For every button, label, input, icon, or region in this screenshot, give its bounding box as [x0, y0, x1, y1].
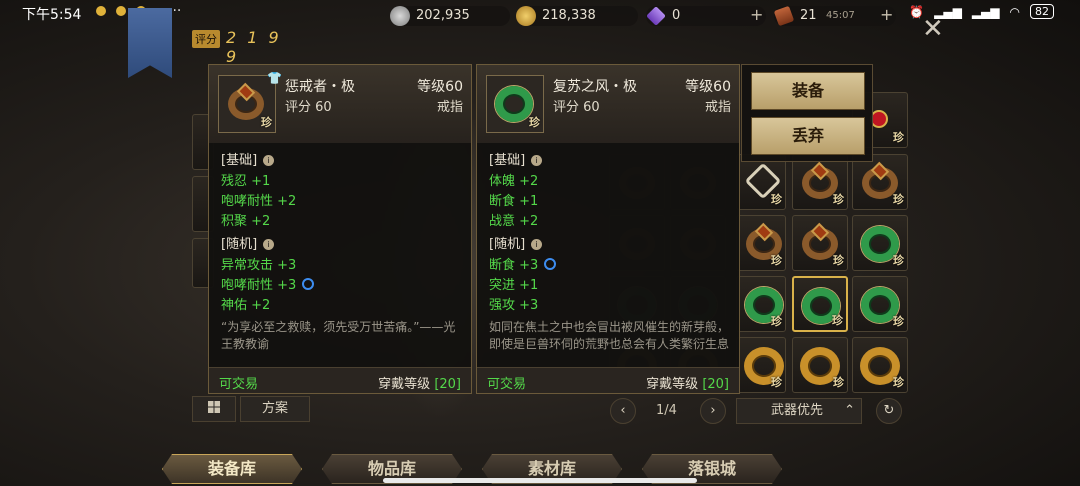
inventory-slot[interactable]: 珍 [792, 215, 848, 271]
selected-item-tooltip: 珍 复苏之风・极 等级60 评分 60 戒指 [基础] i 体魄 +2 断食 +1… [476, 64, 740, 394]
timer-text: 45:07 [826, 10, 855, 21]
item-score: 评分 60 [553, 100, 600, 115]
inventory-slot[interactable]: 珍 [736, 215, 786, 271]
inventory-slot[interactable]: 珍 [736, 276, 786, 332]
gem-currency: 0 [646, 6, 766, 26]
grid-icon [208, 401, 220, 413]
inventory-slot[interactable]: 珍 [852, 276, 908, 332]
grid-view-button[interactable] [192, 396, 236, 422]
equip-button[interactable]: 装备 [751, 72, 865, 110]
ticket-icon [773, 5, 795, 27]
chevron-left-icon: ‹ [620, 403, 626, 418]
page-indicator: 1/4 [656, 403, 677, 418]
notification-icon [116, 6, 126, 16]
item-name: 复苏之风・极 [553, 79, 637, 95]
home-indicator[interactable] [383, 478, 697, 483]
ticket-currency: 21 45:07 [773, 5, 896, 27]
random-stat: 断食 +3 [489, 254, 557, 273]
random-stat: 咆哮耐性 +3 [221, 274, 315, 293]
next-page-button[interactable]: › [700, 398, 726, 424]
wear-level: 穿戴等级 [20] [378, 377, 461, 392]
base-stat: 断食 +1 [489, 194, 539, 209]
flavor-text: “为享必至之救赎，须先受万世苦痛。”——光王教教谕 [221, 320, 456, 351]
scheme-button[interactable]: 方案 [240, 396, 310, 422]
gold-currency: 218,338 [516, 6, 638, 26]
reroll-icon[interactable] [302, 278, 315, 290]
reroll-icon[interactable] [544, 258, 557, 270]
clock: 下午5:54 [22, 7, 82, 23]
random-stat: 异常攻击 +3 [221, 258, 297, 273]
gold-coin-icon [516, 6, 536, 26]
inventory-slot[interactable]: 珍 [792, 337, 848, 393]
random-stat: 强攻 +3 [489, 298, 539, 313]
tradeable-label: 可交易 [219, 377, 259, 392]
base-stat: 残忍 +1 [221, 174, 271, 189]
item-score: 评分 60 [285, 100, 332, 115]
random-section-title: [随机] i [489, 233, 543, 252]
silver-currency: 202,935 [390, 6, 510, 26]
equipped-item-tooltip: 珍 👕 惩戒者・极 等级60 评分 60 戒指 [基础] i 残忍 +1 咆哮耐性… [208, 64, 472, 394]
chevron-up-icon: ⌃ [844, 403, 855, 418]
item-name: 惩戒者・极 [285, 79, 355, 95]
signal-icon: ▂▄▆ [971, 4, 1000, 19]
discard-button[interactable]: 丢弃 [751, 117, 865, 155]
tab-equipment[interactable]: 装备库 [162, 454, 302, 484]
base-stat: 咆哮耐性 +2 [221, 194, 297, 209]
sort-dropdown[interactable]: 武器优先 ⌃ [736, 398, 862, 424]
random-stat: 突进 +1 [489, 278, 539, 293]
base-stat: 积聚 +2 [221, 214, 271, 229]
silver-coin-icon [390, 6, 410, 26]
flavor-text: 如同在焦土之中也会冒出被风催生的新芽般，即使是巨兽环伺的荒野也总会有人类繁衍生息 [489, 320, 730, 351]
inventory-slot[interactable]: 珍 [852, 154, 908, 210]
score-label: 评分 [192, 30, 220, 48]
item-level: 等级60 [685, 79, 731, 95]
base-section-title: [基础] i [489, 149, 543, 168]
purple-gem-icon [646, 6, 666, 26]
wifi-icon: ◠ [1009, 4, 1020, 19]
close-icon[interactable]: ✕ [922, 16, 944, 42]
info-icon[interactable]: i [531, 155, 543, 166]
tradeable-label: 可交易 [487, 377, 527, 392]
info-icon[interactable]: i [263, 239, 275, 250]
prev-page-button[interactable]: ‹ [610, 398, 636, 424]
inventory-slot[interactable]: 珍 [792, 154, 848, 210]
battery-icon: 82 [1030, 4, 1054, 19]
score-value: 2 1 9 9 [226, 28, 282, 66]
add-ticket-button[interactable]: + [880, 5, 893, 24]
info-icon[interactable]: i [263, 155, 275, 166]
random-stat: 神佑 +2 [221, 298, 271, 313]
refresh-button[interactable]: ↻ [876, 398, 902, 424]
add-gem-button[interactable]: + [750, 5, 763, 24]
inventory-slot[interactable]: 珍 [736, 337, 786, 393]
tooltip-header: 珍 👕 惩戒者・极 等级60 评分 60 戒指 [209, 65, 471, 143]
notification-icon [96, 6, 106, 16]
random-section-title: [随机] i [221, 233, 275, 252]
tooltip-footer: 可交易 穿戴等级 [20] [477, 367, 739, 393]
item-level: 等级60 [417, 79, 463, 95]
inventory-slot[interactable]: 珍 [852, 337, 908, 393]
base-stat: 战意 +2 [489, 214, 539, 229]
item-icon: 珍 [486, 75, 544, 133]
inventory-slot[interactable]: 珍 [736, 154, 786, 210]
inventory-slot-selected[interactable]: 珍 [792, 276, 848, 332]
item-type: 戒指 [704, 100, 731, 115]
tooltip-footer: 可交易 穿戴等级 [20] [209, 367, 471, 393]
item-type: 戒指 [436, 100, 463, 115]
wear-level: 穿戴等级 [20] [646, 377, 729, 392]
chevron-right-icon: › [710, 403, 716, 418]
info-icon[interactable]: i [531, 239, 543, 250]
base-section-title: [基础] i [221, 149, 275, 168]
equipped-shirt-icon: 👕 [267, 71, 282, 85]
base-stat: 体魄 +2 [489, 174, 539, 189]
refresh-icon: ↻ [883, 403, 895, 418]
item-action-menu: 装备 丢弃 [741, 64, 873, 162]
tooltip-header: 珍 复苏之风・极 等级60 评分 60 戒指 [477, 65, 739, 143]
gear-score: 评分 2 1 9 9 [192, 28, 288, 66]
inventory-slot[interactable]: 珍 [852, 215, 908, 271]
